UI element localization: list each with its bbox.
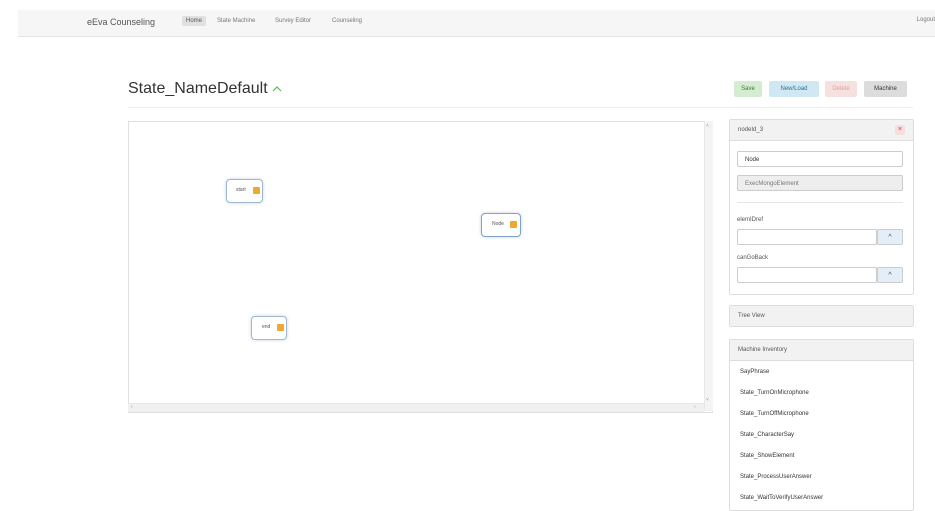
state-node-end[interactable]: end <box>251 316 287 340</box>
top-navbar: eEva Counseling Home State Machine Surve… <box>18 10 935 37</box>
node-properties-panel: nodeId_3 × Node ExecMongoElement elemIDr… <box>729 119 914 295</box>
node-port-icon[interactable] <box>277 324 284 331</box>
elem-idref-label: elemIDref <box>737 217 764 223</box>
chevron-up-icon[interactable] <box>272 84 282 94</box>
chevron-up-icon[interactable]: ^ <box>877 229 903 245</box>
save-button[interactable]: Save <box>734 81 762 97</box>
scroll-left-icon[interactable]: ‹ <box>131 405 133 410</box>
inventory-item[interactable]: State_ProcessUserAnswer <box>740 474 812 480</box>
chevron-up-icon[interactable]: ^ <box>877 267 903 283</box>
tree-view-header[interactable]: Tree View <box>730 306 913 326</box>
logout-link[interactable]: Logout <box>917 17 935 23</box>
node-port-icon[interactable] <box>253 187 260 194</box>
nav-state-machine[interactable]: State Machine <box>213 16 259 26</box>
inventory-item[interactable]: State_ShowElement <box>740 453 794 459</box>
nav-counseling[interactable]: Counseling <box>328 16 366 26</box>
new-load-button[interactable]: New/Load <box>769 81 819 97</box>
node-label: end <box>262 324 271 330</box>
scroll-up-icon[interactable]: ˄ <box>706 124 709 129</box>
machine-inventory-panel: Machine Inventory SayPhrase State_TurnOn… <box>729 339 914 511</box>
page-title[interactable]: State_NameDefault <box>128 80 268 98</box>
tree-view-panel[interactable]: Tree View <box>729 305 914 327</box>
can-go-back-label: canGoBack <box>737 255 769 261</box>
inventory-item[interactable]: State_CharacterSay <box>740 432 794 438</box>
state-machine-canvas[interactable] <box>128 121 713 413</box>
scroll-right-icon[interactable]: › <box>694 405 696 410</box>
panel-divider <box>737 202 903 203</box>
inventory-item[interactable]: SayPhrase <box>740 369 769 375</box>
node-type-field: ExecMongoElement <box>737 175 903 191</box>
state-node-start[interactable]: start <box>226 179 263 203</box>
inventory-header: Machine Inventory <box>730 340 913 361</box>
node-label: start <box>236 187 246 193</box>
remove-node-icon[interactable]: × <box>895 125 905 135</box>
inventory-item[interactable]: State_TurnOffMicrophone <box>740 411 809 417</box>
node-id-label: nodeId_3 <box>738 127 764 133</box>
panel-header: nodeId_3 × <box>730 120 913 141</box>
title-divider <box>128 107 913 108</box>
nav-survey-editor[interactable]: Survey Editor <box>271 16 315 26</box>
inventory-item[interactable]: State_WaitToVerifyUserAnswer <box>740 495 823 501</box>
can-go-back-select[interactable] <box>737 267 877 283</box>
scroll-down-icon[interactable]: ˅ <box>706 398 709 403</box>
brand-link[interactable]: eEva Counseling <box>87 17 155 27</box>
inventory-item[interactable]: State_TurnOnMicrophone <box>740 390 809 396</box>
machine-button[interactable]: Machine <box>864 81 907 97</box>
canvas-vertical-scrollbar[interactable]: ˄ ˅ <box>704 121 713 411</box>
elem-idref-select[interactable] <box>737 229 877 245</box>
node-port-icon[interactable] <box>510 221 517 228</box>
delete-button[interactable]: Delete <box>825 81 857 97</box>
node-label: Node <box>492 221 504 227</box>
canvas-horizontal-scrollbar[interactable]: ‹ › <box>128 403 704 412</box>
node-name-field[interactable]: Node <box>737 151 903 167</box>
state-node-node[interactable]: Node <box>481 213 521 237</box>
nav-home[interactable]: Home <box>182 16 207 26</box>
